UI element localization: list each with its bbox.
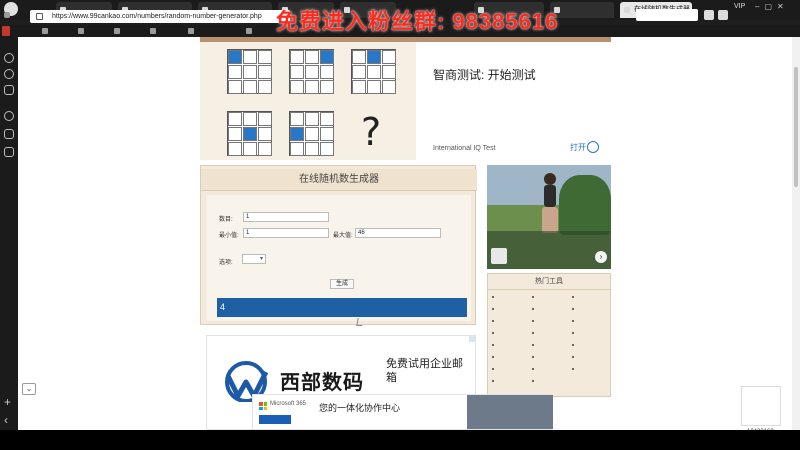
arrow-right-icon[interactable] bbox=[587, 141, 599, 153]
iq-grid bbox=[351, 49, 396, 94]
photo-caption: › bbox=[487, 231, 611, 269]
clock-icon[interactable] bbox=[4, 69, 14, 79]
option-label: 选项: bbox=[219, 260, 233, 266]
iq-grid bbox=[289, 49, 334, 94]
microsoft-365-ad[interactable]: Microsoft 365 您的一体化协作中心 bbox=[252, 394, 553, 430]
group-banner-overlay: 免费进入粉丝群: 98385616 bbox=[276, 9, 559, 34]
browser-tab[interactable] bbox=[550, 2, 614, 18]
toolbar-icon[interactable] bbox=[704, 10, 714, 20]
chevron-down-icon: ▾ bbox=[259, 256, 263, 262]
option-select[interactable]: ▾ bbox=[242, 254, 266, 264]
result-output[interactable]: 4 bbox=[217, 298, 467, 317]
iq-ad-open-link[interactable]: 打开 bbox=[570, 142, 586, 153]
window-controls[interactable]: –▢✕ bbox=[755, 2, 789, 11]
iq-grid bbox=[227, 49, 272, 94]
browser-sidebar: + ‹ bbox=[0, 37, 18, 430]
floating-widget[interactable] bbox=[741, 386, 781, 426]
max-input[interactable]: 46 bbox=[355, 228, 441, 238]
iq-test-ad[interactable]: ? 智商测试: 开始测试 International IQ Test 打开 bbox=[200, 42, 611, 160]
photo-tree bbox=[559, 175, 611, 235]
address-bar-url: https://www.99cankao.com/numbers/random-… bbox=[52, 13, 262, 20]
max-label: 最大值: bbox=[333, 233, 353, 239]
hot-tools-panel: 热门工具 bbox=[487, 273, 611, 397]
microsoft-ad-title: 您的一体化协作中心 bbox=[319, 403, 401, 413]
folder-icon[interactable] bbox=[4, 129, 14, 139]
chat-icon[interactable] bbox=[4, 147, 14, 157]
west-digital-name: 西部数码 bbox=[280, 372, 364, 394]
count-label: 数目: bbox=[219, 217, 233, 223]
photo-ad[interactable]: › bbox=[487, 165, 611, 269]
west-digital-slogan: 免费试用企业邮箱 bbox=[386, 358, 463, 384]
collapse-sidebar-icon[interactable]: ‹ bbox=[4, 414, 8, 426]
page-viewport: ? 智商测试: 开始测试 International IQ Test 打开 在线… bbox=[18, 37, 800, 430]
iq-ad-text: 智商测试: 开始测试 International IQ Test 打开 bbox=[416, 42, 611, 160]
microsoft-brand: Microsoft 365 bbox=[270, 401, 307, 407]
iq-grid bbox=[227, 111, 272, 156]
vip-badge[interactable]: VIP bbox=[734, 3, 745, 10]
chevron-down-icon[interactable]: ⌄ bbox=[22, 383, 36, 395]
min-label: 最小值: bbox=[219, 233, 239, 239]
download-icon[interactable] bbox=[4, 85, 14, 95]
ticker-strip bbox=[0, 430, 800, 450]
search-icon[interactable] bbox=[4, 111, 14, 121]
people-photo bbox=[467, 395, 553, 429]
buy-now-button[interactable] bbox=[259, 415, 291, 424]
iq-puzzle: ? bbox=[200, 42, 416, 160]
chevron-right-icon[interactable]: › bbox=[595, 251, 607, 263]
result-value: 4 bbox=[220, 302, 226, 312]
app-badge-icon bbox=[491, 248, 507, 264]
ad-choices-icon[interactable] bbox=[469, 336, 476, 342]
toolbar-icon[interactable] bbox=[718, 10, 728, 20]
iq-grid bbox=[289, 111, 334, 156]
bookmark-brand-badge[interactable] bbox=[2, 26, 10, 36]
microsoft-logo-icon bbox=[259, 402, 267, 410]
iq-ad-source: International IQ Test bbox=[433, 145, 496, 152]
lock-icon bbox=[36, 13, 43, 20]
iq-ad-title[interactable]: 智商测试: 开始测试 bbox=[433, 66, 536, 83]
browser-search-input[interactable] bbox=[636, 9, 698, 21]
count-input[interactable]: 1 bbox=[243, 212, 329, 222]
hot-tools-title: 热门工具 bbox=[488, 274, 610, 290]
min-input[interactable]: 1 bbox=[243, 228, 329, 238]
back-icon[interactable] bbox=[4, 12, 10, 18]
question-mark-icon: ? bbox=[361, 110, 382, 154]
generate-button[interactable]: 生成 bbox=[330, 279, 354, 289]
add-icon[interactable]: + bbox=[4, 396, 11, 408]
address-bar[interactable]: https://www.99cankao.com/numbers/random-… bbox=[30, 10, 290, 23]
history-icon[interactable] bbox=[4, 53, 14, 63]
generator-title: 在线随机数生成器 bbox=[201, 169, 477, 191]
scrollbar-thumb[interactable] bbox=[794, 67, 798, 187]
